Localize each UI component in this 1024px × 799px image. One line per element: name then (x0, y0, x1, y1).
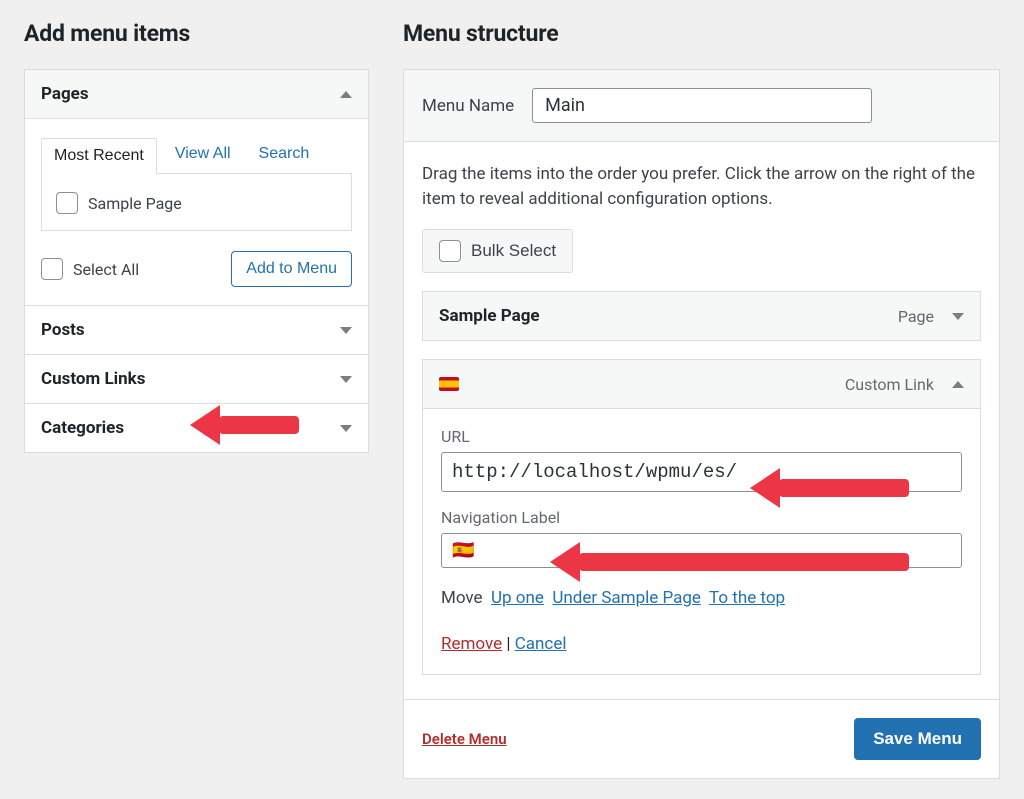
tab-view-all[interactable]: View All (175, 135, 241, 173)
tab-search[interactable]: Search (259, 135, 320, 173)
navigation-label-label: Navigation Label (441, 508, 962, 527)
checkbox-icon[interactable] (56, 192, 78, 214)
metabox-posts-label: Posts (41, 320, 85, 340)
metabox-pages-header[interactable]: Pages (25, 70, 368, 119)
select-all[interactable]: Select All (41, 258, 139, 280)
chevron-down-icon (340, 327, 352, 334)
menu-item-custom-link-header[interactable]: Custom Link (423, 360, 980, 408)
metabox-categories-header[interactable]: Categories (25, 404, 368, 452)
menu-item-custom-link: Custom Link URL Navigation Label Move Up… (422, 359, 981, 675)
url-input[interactable] (441, 452, 962, 492)
metabox-custom-links-label: Custom Links (41, 369, 146, 389)
move-under-sample-page-link[interactable]: Under Sample Page (552, 588, 701, 608)
menu-item-title: Sample Page (439, 306, 540, 326)
metabox-pages-label: Pages (41, 84, 89, 104)
menu-item-type: Custom Link (845, 375, 934, 394)
metabox-categories: Categories (24, 404, 369, 453)
page-item-label: Sample Page (88, 194, 182, 213)
add-to-menu-button[interactable]: Add to Menu (231, 251, 352, 287)
select-all-label: Select All (73, 260, 139, 279)
metabox-custom-links: Custom Links (24, 355, 369, 404)
menu-item-type: Page (898, 307, 934, 326)
bulk-select-button[interactable]: Bulk Select (422, 229, 573, 273)
metabox-pages: Pages Most Recent View All Search Sample… (24, 69, 369, 306)
remove-link[interactable]: Remove (441, 634, 502, 654)
metabox-posts: Posts (24, 306, 369, 355)
cancel-link[interactable]: Cancel (515, 634, 567, 654)
chevron-up-icon[interactable] (952, 381, 964, 388)
page-item-sample[interactable]: Sample Page (56, 192, 337, 214)
chevron-down-icon (340, 425, 352, 432)
menu-structure-heading: Menu structure (403, 20, 1000, 47)
navigation-label-input[interactable] (441, 533, 962, 568)
metabox-categories-label: Categories (41, 418, 124, 438)
checkbox-icon[interactable] (439, 240, 461, 262)
chevron-up-icon (340, 91, 352, 98)
menu-instructions: Drag the items into the order you prefer… (422, 162, 981, 211)
menu-name-label: Menu Name (422, 96, 514, 116)
url-label: URL (441, 427, 962, 446)
menu-item-sample-page[interactable]: Sample Page Page (422, 291, 981, 341)
delete-menu-link[interactable]: Delete Menu (422, 730, 507, 748)
move-to-top-link[interactable]: To the top (709, 588, 785, 608)
pipe-separator: | (506, 634, 514, 654)
save-menu-button[interactable]: Save Menu (854, 718, 981, 760)
chevron-down-icon[interactable] (952, 313, 964, 320)
metabox-posts-header[interactable]: Posts (25, 306, 368, 354)
tab-most-recent[interactable]: Most Recent (41, 138, 157, 174)
chevron-down-icon (340, 376, 352, 383)
menu-header-bar: Menu Name (403, 69, 1000, 142)
flag-es-icon (439, 377, 459, 391)
menu-name-input[interactable] (532, 88, 872, 123)
metabox-custom-links-header[interactable]: Custom Links (25, 355, 368, 403)
menu-footer: Delete Menu Save Menu (403, 700, 1000, 779)
move-up-one-link[interactable]: Up one (491, 588, 544, 608)
move-label: Move (441, 588, 483, 608)
pages-tabs: Most Recent View All Search (41, 135, 352, 174)
checkbox-icon[interactable] (41, 258, 63, 280)
bulk-select-label: Bulk Select (471, 241, 556, 261)
menu-body: Drag the items into the order you prefer… (403, 142, 1000, 700)
add-menu-items-heading: Add menu items (24, 20, 369, 47)
